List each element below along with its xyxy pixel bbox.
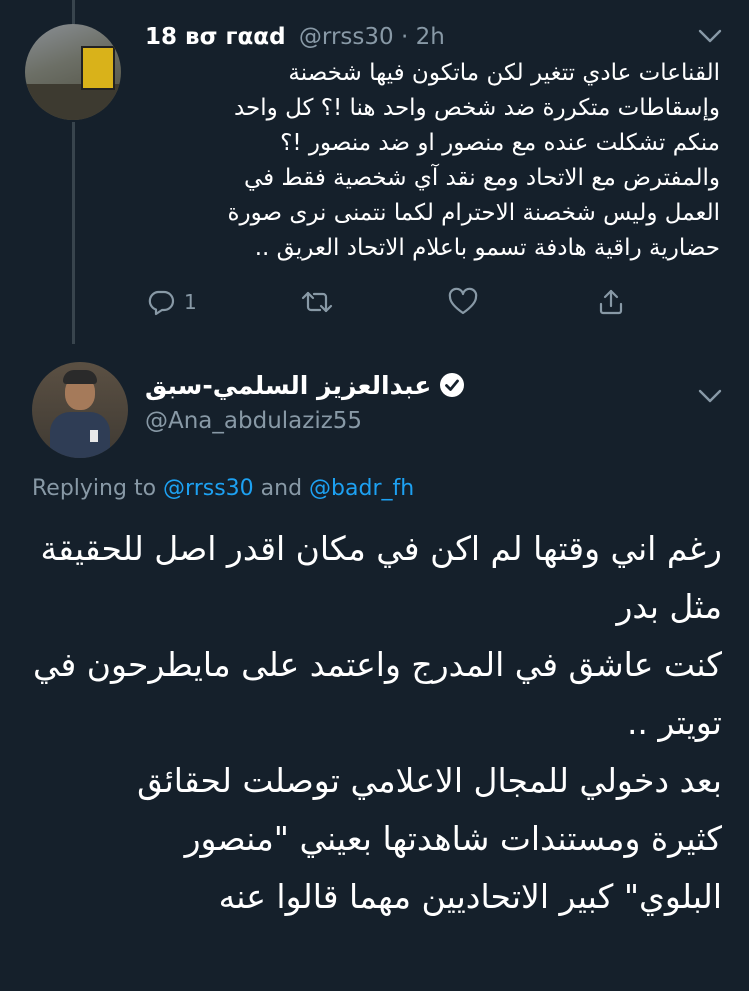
tweet2-line: بعد دخولي للمجال الاعلامي توصلت لحقائق [137,761,722,800]
tweet1-header: 18 вσ гααd @rrss30 · 2h [145,20,715,54]
chevron-down-icon[interactable] [696,386,724,406]
tweet2-line: رغم اني وقتها لم اكن في مكان اقدر اصل لل… [40,529,722,568]
avatar-body [50,412,110,458]
like-button[interactable] [447,280,479,324]
avatar-sign [81,46,115,90]
avatar[interactable] [32,362,128,458]
like-icon [448,287,478,315]
avatar-badge [90,430,98,442]
replying-to: Replying to @rrss30 and @badr_fh [32,476,414,501]
tweet2-line: تويتر .. [626,703,722,742]
share-button[interactable] [596,280,626,324]
tweet2-line: كنت عاشق في المدرج واعتمد على مايطرحون ف… [33,645,722,684]
tweet1-line: منكم تشكلت عنده مع منصور او ضد منصور !؟ [280,130,720,156]
tweet2-line: البلوي" كبير الاتحاديين مهما قالوا عنه [218,877,722,916]
tweet1-line: حضارية راقية هادفة تسمو باعلام الاتحاد ا… [254,235,720,261]
thread-line-top [72,0,75,24]
verified-icon [440,373,465,397]
tweet1-author-name[interactable]: 18 вσ гααd [145,24,286,50]
tweet1-line: العمل وليس شخصنة الاحترام لكما نتمنى نرى… [227,200,720,226]
thread-line [72,122,75,344]
tweet1-author-handle[interactable]: @rrss30 · 2h [299,24,445,50]
replying-and: and [253,476,310,501]
tweet2-line: كثيرة ومستندات شاهدتها بعيني "منصور [184,819,722,858]
tweet1-line: القناعات عادي تتغير لكن ماتكون فيها شخصن… [288,60,720,86]
retweet-icon [301,291,333,313]
avatar[interactable] [25,24,121,120]
replying-prefix: Replying to [32,476,164,501]
tweet2-line: مثل بدر [616,587,722,626]
reply-button[interactable]: 1 [146,280,197,324]
tweet2-author-handle[interactable]: @Ana_abdulaziz55 [145,408,362,434]
tweet1-line: والمفترض مع الاتحاد ومع نقد آي شخصية فقط… [243,165,720,191]
retweet-button[interactable] [300,280,334,324]
tweet2-author-name[interactable]: عبدالعزيز السلمي-سبق [145,371,431,400]
tweet2-header: عبدالعزيز السلمي-سبق @Ana_abdulaziz55 [145,368,685,434]
chevron-down-icon[interactable] [696,26,724,46]
reply-count: 1 [184,290,197,314]
share-icon [599,289,623,315]
reply-icon [148,290,175,316]
replying-user-link[interactable]: @rrss30 [163,476,254,501]
replying-user-link[interactable]: @badr_fh [309,476,414,501]
tweet2-name-row: عبدالعزيز السلمي-سبق [145,368,465,402]
tweet1-line: وإسقاطات متكررة ضد شخص واحد هنا !؟ كل وا… [233,95,720,121]
tweet1-actions: 1 [140,280,720,324]
tweet1-text: القناعات عادي تتغير لكن ماتكون فيها شخصن… [140,56,720,266]
avatar-cap [63,370,97,384]
tweet2-text: رغم اني وقتها لم اكن في مكان اقدر اصل لل… [28,520,722,926]
